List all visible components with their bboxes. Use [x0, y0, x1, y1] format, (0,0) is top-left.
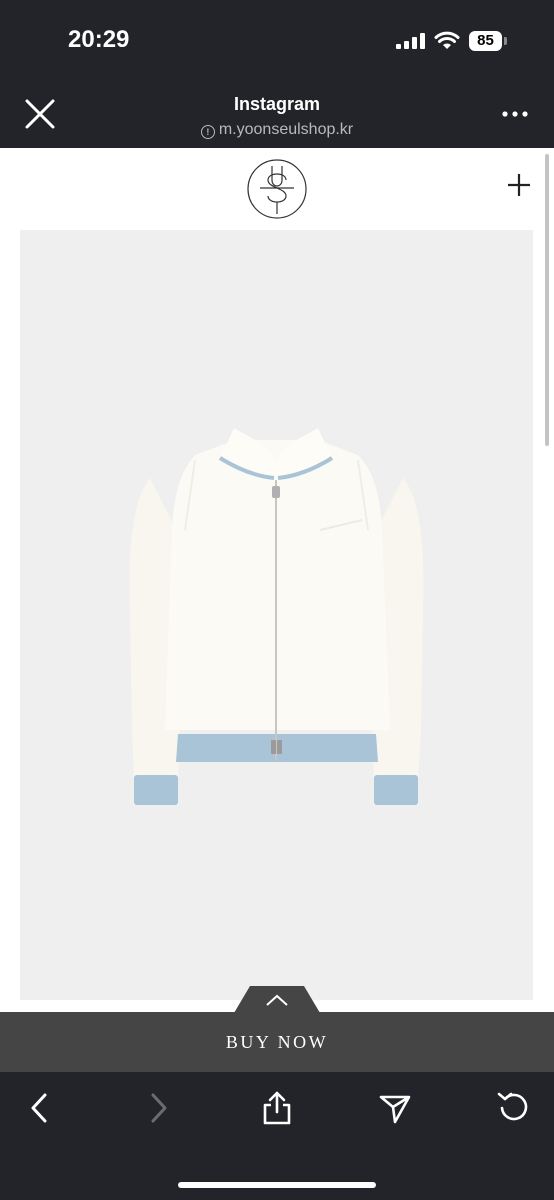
- url-display[interactable]: ! m.yoonseulshop.kr: [0, 121, 554, 139]
- status-time: 20:29: [68, 26, 130, 53]
- url-text: m.yoonseulshop.kr: [218, 121, 354, 138]
- more-options-icon[interactable]: [500, 104, 530, 124]
- browser-toolbar: [0, 1072, 554, 1200]
- plus-icon[interactable]: [506, 172, 532, 198]
- info-icon: !: [200, 125, 215, 139]
- web-content: [0, 148, 554, 1012]
- back-icon[interactable]: [22, 1090, 58, 1126]
- buy-now-label: BUY NOW: [225, 1032, 329, 1052]
- share-icon[interactable]: [259, 1090, 295, 1126]
- reload-icon[interactable]: [496, 1090, 532, 1126]
- buy-now-button[interactable]: BUY NOW: [0, 1012, 554, 1072]
- chevron-up-icon[interactable]: [234, 986, 320, 1013]
- cardigan-photo: [129, 428, 424, 805]
- wifi-icon: [434, 31, 460, 49]
- scrollbar[interactable]: [545, 154, 549, 446]
- cellular-signal-icon: [396, 33, 425, 49]
- browser-header: Instagram ! m.yoonseulshop.kr: [0, 82, 554, 148]
- forward-icon[interactable]: [140, 1090, 176, 1126]
- product-image[interactable]: [20, 230, 533, 1000]
- home-indicator[interactable]: [178, 1182, 376, 1188]
- status-bar: 20:29 85: [0, 0, 554, 82]
- page-title: Instagram: [233, 94, 321, 114]
- battery-level: 85: [477, 32, 494, 49]
- send-icon[interactable]: [377, 1090, 413, 1126]
- brand-logo[interactable]: [246, 158, 308, 220]
- battery-icon: 85: [469, 31, 507, 51]
